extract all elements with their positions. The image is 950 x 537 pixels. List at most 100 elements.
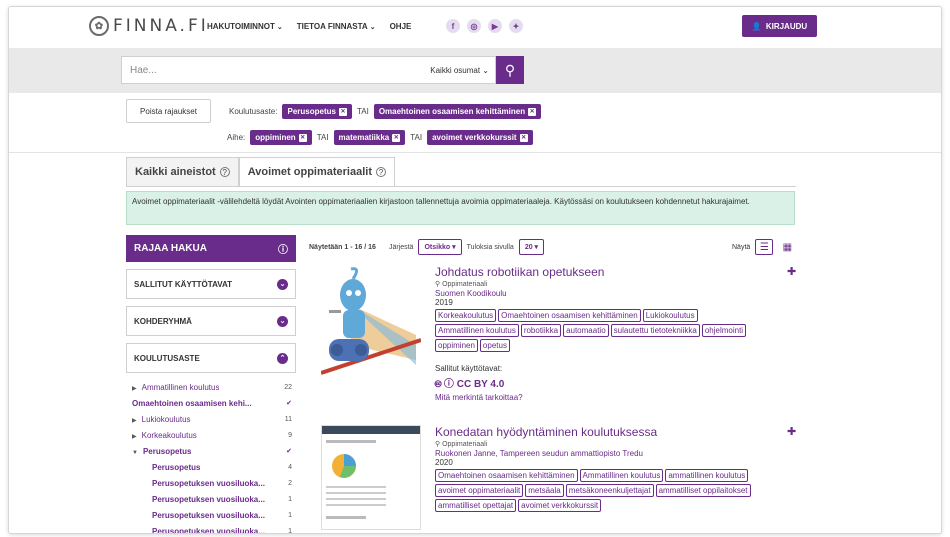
subject-tag[interactable]: avoimet oppimateriaalit <box>435 484 524 497</box>
facet-header-label: RAJAA HAKUA <box>134 243 207 254</box>
facet-header[interactable]: RAJAA HAKUA ⓘ <box>126 235 296 262</box>
subject-tag[interactable]: Ammatillinen koulutus <box>579 469 664 482</box>
clear-filters-button[interactable]: Poista rajaukset <box>126 99 211 123</box>
per-page-value: 20 <box>524 244 533 251</box>
facet-item-count: 4 <box>288 463 292 471</box>
help-icon[interactable]: ? <box>219 167 230 177</box>
license-badge[interactable]: 🅭 ⓘ CC BY 4.0 <box>435 375 770 391</box>
chip-label: Omaehtoinen osaamisen kehittäminen <box>378 107 526 116</box>
sort-select[interactable]: Otsikko ▾ <box>418 239 462 255</box>
subject-tag[interactable]: opetus <box>479 339 510 352</box>
license-help-link[interactable]: Mitä merkintä tarkoittaa? <box>435 393 770 402</box>
sort-value: Otsikko <box>424 244 451 251</box>
subject-tag[interactable]: Ammatillinen koulutus <box>435 324 519 337</box>
subject-tag[interactable]: automaatio <box>563 324 609 337</box>
facebook-icon[interactable]: f <box>446 19 460 33</box>
facet-item[interactable]: ▼ Perusopetus ✔ <box>126 443 296 459</box>
filter-chip[interactable]: Omaehtoinen osaamisen kehittäminen ✕ <box>373 104 542 119</box>
search-scope-select[interactable]: Kaikki osumat ⌄ <box>430 66 489 75</box>
search-input[interactable]: Hae... Kaikki osumat ⌄ <box>121 56 496 84</box>
nav-item-tietoa-finnasta[interactable]: TIETOA FINNASTA ⌄ <box>297 22 376 31</box>
facet-item[interactable]: Perusopetuksen vuosiluoka... 1 <box>126 523 296 534</box>
user-icon: 👤 <box>751 21 762 31</box>
result-title[interactable]: Konedatan hyödyntäminen koulutuksessa <box>435 425 770 439</box>
facet-item[interactable]: Perusopetus 4 <box>126 459 296 475</box>
nav-item-ohje[interactable]: OHJE <box>390 22 412 31</box>
subject-tag[interactable]: metsäkoneenkuljettajat <box>565 484 654 497</box>
facet-item[interactable]: Perusopetuksen vuosiluoka... 1 <box>126 491 296 507</box>
pin-icon[interactable]: ✚ <box>787 425 796 438</box>
result-title[interactable]: Johdatus robotiikan opetukseen <box>435 265 770 279</box>
chip-label: matematiikka <box>338 133 390 142</box>
result-thumbnail[interactable] <box>320 265 422 377</box>
subject-tag[interactable]: ammatilliset opettajat <box>435 499 517 512</box>
close-icon: ✕ <box>519 133 528 142</box>
result-author[interactable]: Suomen Koodikoulu <box>435 289 770 298</box>
twitter-icon[interactable]: ✦ <box>509 19 523 33</box>
tab-avoimet-oppimateriaalit[interactable]: Avoimet oppimateriaalit? <box>238 157 395 187</box>
facet-item-label-wrap: ▶ Korkeakoulutus <box>132 431 197 440</box>
logo[interactable]: ✿ FINNA.FI <box>89 16 209 36</box>
subject-tag[interactable]: sulautettu tietotekniikka <box>610 324 700 337</box>
search-scope-label: Kaikki osumat <box>430 66 481 75</box>
tab-divider <box>126 186 796 187</box>
pin-icon[interactable]: ✚ <box>787 265 796 278</box>
facet-item-label: Perusopetus <box>142 446 192 456</box>
login-button[interactable]: 👤 KIRJAUDU <box>742 15 817 37</box>
facet-item[interactable]: ▶ Korkeakoulutus 9 <box>126 427 296 443</box>
subject-tag[interactable]: Omaehtoinen osaamisen kehittäminen <box>435 469 578 482</box>
filter-chip[interactable]: avoimet verkkokurssit ✕ <box>427 130 533 145</box>
facet-item-label-wrap: ▶ Ammatillinen koulutus <box>132 383 219 392</box>
main-nav: HAKUTOIMINNOT ⌄ TIETOA FINNASTA ⌄ OHJE <box>207 22 411 31</box>
nav-item-hakutoiminnot[interactable]: HAKUTOIMINNOT ⌄ <box>207 22 283 31</box>
search-button[interactable]: ⚲ <box>496 56 524 84</box>
filter-chip[interactable]: matematiikka ✕ <box>333 130 406 145</box>
facet-kohderyhma[interactable]: KOHDERYHMÄ ⌄ <box>126 306 296 336</box>
filter-chip[interactable]: Perusopetus ✕ <box>282 104 352 119</box>
facet-item-label: Omaehtoinen osaamisen kehi... <box>132 398 252 408</box>
facet-item[interactable]: ▶ Lukiokoulutus 11 <box>126 411 296 427</box>
format-label: Oppimateriaali <box>442 441 488 448</box>
facet-item[interactable]: Perusopetuksen vuosiluoka... 1 <box>126 507 296 523</box>
facet-sidebar: RAJAA HAKUA ⓘ SALLITUT KÄYTTÖTAVAT ⌄ KOH… <box>126 235 296 534</box>
facet-item[interactable]: Perusopetuksen vuosiluoka... 2 <box>126 475 296 491</box>
list-view-icon[interactable]: ☰ <box>755 239 774 255</box>
result-body: Johdatus robotiikan opetukseen ⚲ Oppimat… <box>435 265 770 402</box>
help-icon[interactable]: ⓘ <box>278 241 288 256</box>
subject-tag[interactable]: robotiikka <box>520 324 562 337</box>
tab-kaikki-aineistot[interactable]: Kaikki aineistot? <box>126 157 239 187</box>
facet-item-label-wrap: ▶ Lukiokoulutus <box>132 415 191 424</box>
result-thumbnail[interactable] <box>321 425 421 530</box>
per-page-select[interactable]: 20 ▾ <box>518 239 545 255</box>
facet-item[interactable]: Omaehtoinen osaamisen kehi... ✔ <box>126 395 296 411</box>
chevron-down-icon: ⌄ <box>276 24 283 31</box>
facet-label: KOULUTUSASTE <box>134 353 200 363</box>
result-format: ⚲ Oppimateriaali <box>435 440 770 448</box>
result-author[interactable]: Ruokonen Janne, Tampereen seudun ammatti… <box>435 449 770 458</box>
instagram-icon[interactable]: ◎ <box>467 19 481 33</box>
facet-item-label: Perusopetuksen vuosiluoka... <box>152 510 265 520</box>
subject-tag[interactable]: oppiminen <box>435 339 478 352</box>
chip-label: oppiminen <box>255 133 296 142</box>
subject-tag[interactable]: metsäala <box>525 484 564 497</box>
social-links: f ◎ ▶ ✦ <box>446 19 523 33</box>
youtube-icon[interactable]: ▶ <box>488 19 502 33</box>
subject-tag[interactable]: ohjelmointi <box>701 324 747 337</box>
subject-tag[interactable]: Lukiokoulutus <box>642 309 698 322</box>
pin-icon: ⚲ <box>435 441 441 448</box>
subject-tag[interactable]: ammatillinen koulutus <box>665 469 749 482</box>
facet-item-label-wrap: Perusopetuksen vuosiluoka... <box>152 511 265 520</box>
subject-tag[interactable]: Omaehtoinen osaamisen kehittäminen <box>498 309 641 322</box>
subject-tag[interactable]: ammatilliset oppilaitokset <box>655 484 751 497</box>
facet-item-label-wrap: ▼ Perusopetus <box>132 447 191 456</box>
chevron-down-icon: ⌄ <box>277 278 288 290</box>
grid-view-icon[interactable]: ▦ <box>778 239 796 255</box>
facet-item[interactable]: ▶ Ammatillinen koulutus 22 <box>126 379 296 395</box>
subject-tag[interactable]: Korkeakoulutus <box>435 309 497 322</box>
help-icon[interactable]: ? <box>376 167 386 177</box>
facet-sallitut-kayttotavat[interactable]: SALLITUT KÄYTTÖTAVAT ⌄ <box>126 269 296 299</box>
facet-koulutusaste[interactable]: KOULUTUSASTE ⌃ <box>126 343 296 373</box>
active-filters: Poista rajaukset Koulutusaste: Perusopet… <box>9 93 941 153</box>
filter-chip[interactable]: oppiminen ✕ <box>250 130 312 145</box>
subject-tag[interactable]: avoimet verkkokurssit <box>518 499 602 512</box>
